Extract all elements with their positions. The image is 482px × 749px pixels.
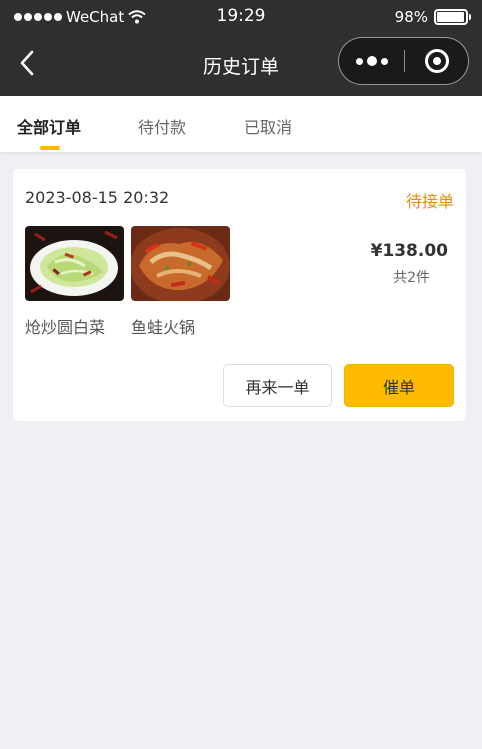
nav-bar: 历史订单 — [0, 34, 482, 96]
order-item-count: 共2件 — [393, 270, 430, 286]
urge-order-button[interactable]: 催单 — [344, 364, 454, 407]
order-card[interactable]: 2023-08-15 20:32 待接单 炝炒圆白菜 鱼蛙火锅 ¥138.00 … — [13, 169, 466, 421]
close-button[interactable] — [405, 38, 469, 84]
page: WeChat 19:29 98% 历史订单 全部订单 待付款 已取消 2023-… — [0, 0, 482, 749]
battery-percent: 98% — [394, 8, 428, 26]
mini-program-capsule — [338, 37, 469, 85]
battery-icon — [434, 9, 471, 25]
dish-name: 炝炒圆白菜 — [25, 318, 106, 337]
tab-all-orders[interactable]: 全部订单 — [17, 114, 81, 138]
more-button[interactable] — [339, 38, 404, 84]
status-bar: WeChat 19:29 98% — [0, 0, 482, 34]
order-item[interactable]: 鱼蛙火锅 — [131, 226, 230, 338]
dish-hotpot-image — [131, 226, 230, 301]
order-tabs: 全部订单 待付款 已取消 — [0, 96, 482, 152]
header: WeChat 19:29 98% 历史订单 — [0, 0, 482, 96]
dish-cabbage-image — [25, 226, 124, 301]
target-icon — [425, 49, 449, 73]
tab-cancelled[interactable]: 已取消 — [244, 114, 292, 138]
order-item[interactable]: 炝炒圆白菜 — [25, 226, 124, 338]
dot-icon — [366, 56, 377, 66]
order-status: 待接单 — [405, 192, 454, 211]
battery-group: 98% — [394, 7, 471, 27]
dot-icon — [355, 57, 363, 65]
tab-pending-payment[interactable]: 待付款 — [138, 114, 186, 138]
dish-name: 鱼蛙火锅 — [131, 318, 196, 337]
order-price: ¥138.00 — [370, 241, 448, 261]
tab-indicator — [40, 146, 60, 150]
reorder-button[interactable]: 再来一单 — [223, 364, 332, 407]
order-datetime: 2023-08-15 20:32 — [25, 188, 170, 207]
dot-icon — [380, 57, 388, 65]
